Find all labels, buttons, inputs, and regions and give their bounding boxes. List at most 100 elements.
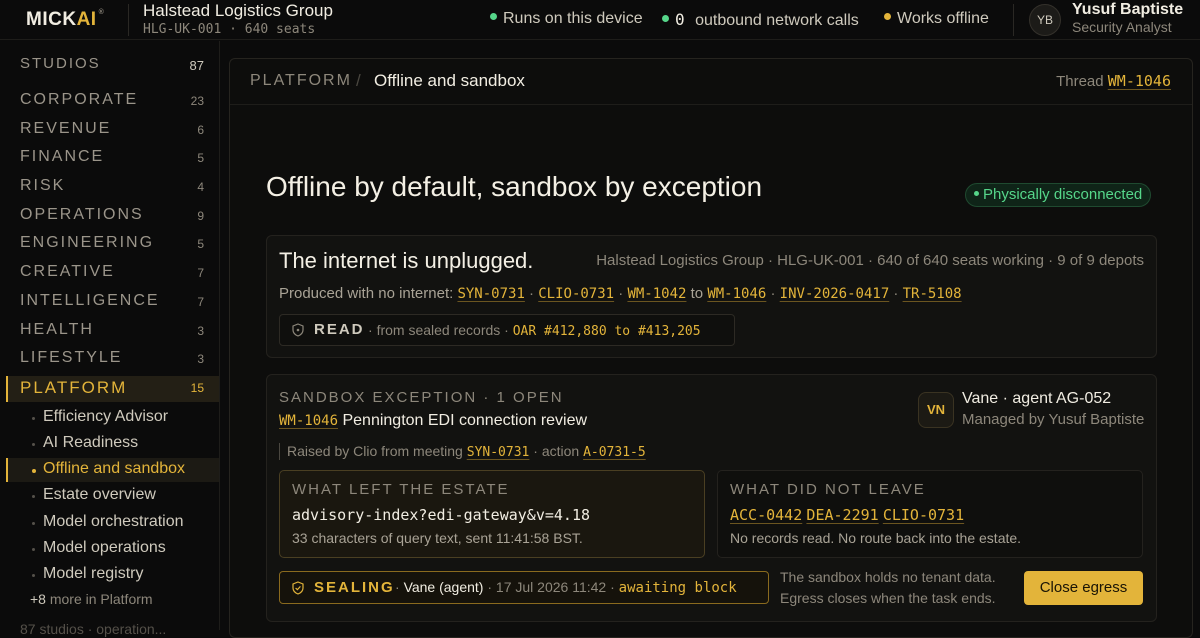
sidebar-subitem-model-registry[interactable]: Model registry xyxy=(6,563,219,587)
org-info: Halstead Logistics Group HLG-UK-001 · 64… xyxy=(143,1,333,37)
sidebar-item-intelligence[interactable]: INTELLIGENCE 7 xyxy=(6,290,219,316)
bullet-icon xyxy=(32,574,35,577)
sidebar-header-count: 87 xyxy=(189,58,204,73)
egress-left-sub: 33 characters of query text, sent 11:41:… xyxy=(292,530,583,546)
egress-right-panel: WHAT DID NOT LEAVE ACC-0442 DEA-2291 CLI… xyxy=(717,470,1143,558)
sidebar-item-count: 7 xyxy=(197,295,204,309)
ref-link[interactable]: DEA-2291 xyxy=(806,506,878,524)
sealing-status-text: awaiting block xyxy=(618,580,737,596)
sidebar-subitem-offline-and-sandbox[interactable]: Offline and sandbox xyxy=(6,458,219,482)
sidebar-item-revenue[interactable]: REVENUE 6 xyxy=(6,118,219,144)
sidebar-item-label: CREATIVE xyxy=(20,263,115,280)
ref-link[interactable]: INV-2026-0417 xyxy=(780,286,890,302)
sidebar-header-label: STUDIOS xyxy=(20,55,101,72)
org-name: Halstead Logistics Group xyxy=(143,1,333,20)
sandbox-exception-card: SANDBOX EXCEPTION · 1 OPEN WM-1046 Penni… xyxy=(266,374,1157,622)
breadcrumb-separator: / xyxy=(356,71,361,90)
thread-ref[interactable]: Thread WM-1046 xyxy=(1056,72,1171,90)
ref-link[interactable]: ACC-0442 xyxy=(730,506,802,524)
ref-link[interactable]: SYN-0731 xyxy=(457,286,524,302)
ref-link[interactable]: TR-5108 xyxy=(903,286,962,302)
sidebar-item-count: 5 xyxy=(197,237,204,251)
read-range: OAR #412,880 to #413,205 xyxy=(512,324,701,339)
sidebar-more-link[interactable]: +8 more in Platform xyxy=(30,591,153,607)
sandbox-note-line1: The sandbox holds no tenant data. xyxy=(780,569,996,585)
exception-ticket-link[interactable]: WM-1046 xyxy=(279,413,338,429)
sidebar-subitem-label: AI Readiness xyxy=(43,434,139,451)
app-logo[interactable]: MICKAI ® xyxy=(26,9,104,31)
produced-label: Produced with no internet: xyxy=(279,285,454,302)
sidebar-item-count: 15 xyxy=(190,381,204,395)
top-bar: MICKAI ® Halstead Logistics Group HLG-UK-… xyxy=(0,0,1200,40)
sidebar-item-corporate[interactable]: CORPORATE 23 xyxy=(6,89,219,115)
sidebar-item-operations[interactable]: OPERATIONS 9 xyxy=(6,204,219,230)
user-name: Yusuf Baptiste xyxy=(1072,1,1184,18)
egress-left-label: WHAT LEFT THE ESTATE xyxy=(292,481,510,498)
user-role: Security Analyst xyxy=(1072,19,1172,35)
bullet-icon xyxy=(32,548,35,551)
sidebar-item-platform[interactable]: PLATFORM 15 xyxy=(6,376,219,402)
sidebar-subitem-label: Efficiency Advisor xyxy=(43,408,169,425)
status-offline: Works offline xyxy=(884,10,989,28)
raised-by: Raised by Clio from meeting SYN-0731 · a… xyxy=(279,443,646,460)
sidebar-item-lifestyle[interactable]: LIFESTYLE 3 xyxy=(6,347,219,373)
action-link[interactable]: A-0731-5 xyxy=(583,445,646,460)
bullet-icon xyxy=(32,522,35,525)
sidebar-subitem-ai-readiness[interactable]: AI Readiness xyxy=(6,432,219,456)
sidebar-subitem-model-operations[interactable]: Model operations xyxy=(6,537,219,561)
sealing-time: 17 Jul 2026 11:42 xyxy=(495,579,607,595)
sidebar-subitem-efficiency-advisor[interactable]: Efficiency Advisor xyxy=(6,406,219,430)
shield-check-icon xyxy=(292,581,304,595)
breadcrumb-root[interactable]: PLATFORM xyxy=(250,72,352,90)
sidebar-item-label: PLATFORM xyxy=(20,378,128,397)
bullet-icon xyxy=(32,417,35,420)
sidebar-item-finance[interactable]: FINANCE 5 xyxy=(6,146,219,172)
sidebar-item-count: 6 xyxy=(197,123,204,137)
user-info[interactable]: Yusuf Baptiste Security Analyst xyxy=(1072,1,1183,35)
sealing-who: Vane (agent) xyxy=(403,579,484,595)
sidebar-header-studios[interactable]: STUDIOS 87 xyxy=(6,53,219,79)
exception-label: SANDBOX EXCEPTION · 1 OPEN xyxy=(279,389,564,406)
divider xyxy=(1013,4,1014,36)
ref-link[interactable]: CLIO-0731 xyxy=(883,506,964,524)
sidebar-item-count: 7 xyxy=(197,266,204,280)
status-device: Runs on this device xyxy=(490,10,643,28)
sidebar-item-engineering[interactable]: ENGINEERING 5 xyxy=(6,232,219,258)
meeting-link[interactable]: SYN-0731 xyxy=(467,445,530,460)
summary-meta: Halstead Logistics Group · HLG-UK-001 · … xyxy=(596,252,1144,269)
sidebar-item-count: 5 xyxy=(197,151,204,165)
sidebar-item-health[interactable]: HEALTH 3 xyxy=(6,319,219,345)
agent-info: Vane · agent AG-052 Managed by Yusuf Bap… xyxy=(962,390,1144,428)
sidebar-subitem-label: Offline and sandbox xyxy=(43,460,186,477)
sidebar-item-label: INTELLIGENCE xyxy=(20,292,160,309)
sealing-label: SEALING xyxy=(314,579,395,596)
sidebar-subitem-estate-overview[interactable]: Estate overview xyxy=(6,484,219,508)
egress-left-panel: WHAT LEFT THE ESTATE advisory-index?edi-… xyxy=(279,470,705,558)
org-sub: HLG-UK-001 · 640 seats xyxy=(143,22,316,37)
ref-link[interactable]: WM-1042 xyxy=(627,286,686,302)
breadcrumb: PLATFORM / Offline and sandbox Thread WM… xyxy=(230,59,1192,105)
sidebar-item-label: ENGINEERING xyxy=(20,234,155,251)
offline-summary-card: The internet is unplugged. Halstead Logi… xyxy=(266,235,1157,358)
sidebar-item-creative[interactable]: CREATIVE 7 xyxy=(6,261,219,287)
ref-link[interactable]: CLIO-0731 xyxy=(538,286,614,302)
raised-action-label: · action xyxy=(533,443,580,459)
retained-refs: ACC-0442 DEA-2291 CLIO-0731 xyxy=(730,506,964,524)
exception-title-text: Pennington EDI connection review xyxy=(342,412,588,429)
sidebar-item-count: 3 xyxy=(197,324,204,338)
thread-id[interactable]: WM-1046 xyxy=(1108,72,1171,90)
logo-mick: MICK xyxy=(26,9,77,30)
ref-link[interactable]: WM-1046 xyxy=(707,286,766,302)
sidebar-footer: 87 studios · operation... xyxy=(20,621,167,637)
sandbox-note: The sandbox holds no tenant data. Egress… xyxy=(780,567,996,609)
close-egress-button[interactable]: Close egress xyxy=(1024,571,1143,605)
sidebar-item-risk[interactable]: RISK 4 xyxy=(6,175,219,201)
sidebar-subitem-model-orchestration[interactable]: Model orchestration xyxy=(6,511,219,535)
sidebar-subitem-label: Model orchestration xyxy=(43,513,184,530)
summary-title: The internet is unplugged. xyxy=(279,248,534,273)
sidebar-item-count: 4 xyxy=(197,180,204,194)
agent-avatar: VN xyxy=(918,392,954,428)
green-dot-icon xyxy=(490,13,497,21)
status-badge: Physically disconnected xyxy=(965,183,1152,207)
avatar[interactable]: YB xyxy=(1029,4,1061,36)
